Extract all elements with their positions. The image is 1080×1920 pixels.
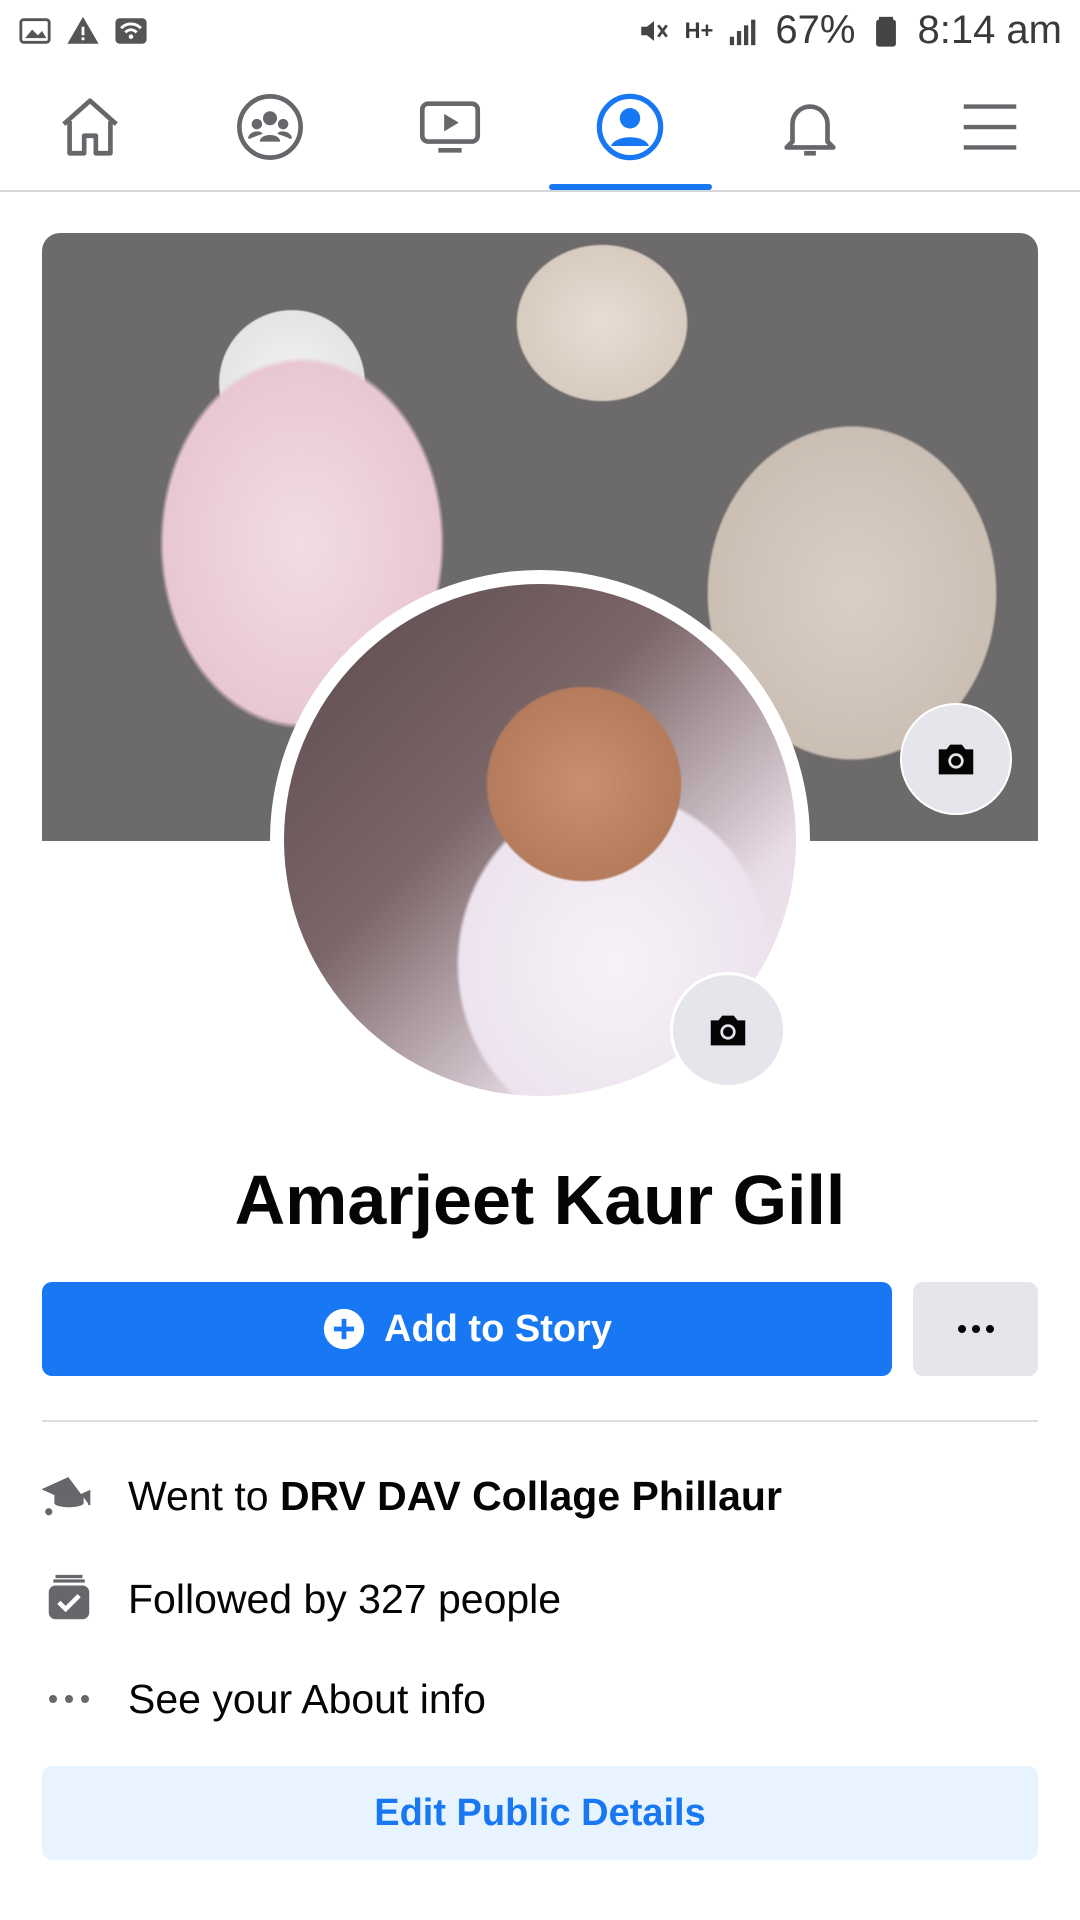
bell-icon	[784, 104, 836, 156]
hamburger-icon	[963, 104, 1017, 150]
edit-profile-picture-button[interactable]	[670, 972, 786, 1088]
education-school: DRV DAV Collage Phillaur	[279, 1472, 782, 1519]
warning-icon	[67, 16, 99, 44]
add-to-story-button[interactable]: Add to Story	[42, 1282, 892, 1376]
education-prefix: Went to	[128, 1472, 280, 1519]
tab-watch[interactable]	[360, 64, 540, 190]
add-circle-icon	[323, 1308, 365, 1350]
graduation-cap-icon	[42, 1476, 91, 1516]
edit-public-details-label: Edit Public Details	[374, 1791, 706, 1834]
mute-icon	[640, 20, 668, 41]
followers-text: Followed by 327 people	[128, 1575, 562, 1622]
tab-menu[interactable]	[900, 64, 1080, 190]
about-info-link[interactable]: See your About info	[42, 1669, 1038, 1729]
tab-home[interactable]	[0, 64, 180, 190]
status-bar: H+ 67% 8:14 am	[0, 0, 1080, 64]
divider	[42, 1420, 1038, 1422]
battery-percent: 67%	[775, 8, 856, 52]
top-navigation	[0, 64, 1080, 192]
gallery-icon	[19, 18, 51, 44]
followers-icon	[48, 1574, 90, 1620]
tab-profile[interactable]	[540, 64, 720, 190]
network-type: H+	[684, 17, 714, 43]
followers-detail: Followed by 327 people	[42, 1569, 1038, 1629]
edit-cover-button[interactable]	[900, 703, 1012, 815]
ellipsis-icon	[49, 1695, 89, 1703]
about-info-text: See your About info	[128, 1675, 486, 1722]
video-icon	[419, 101, 481, 153]
active-tab-indicator	[549, 184, 712, 190]
tab-groups[interactable]	[180, 64, 360, 190]
profile-name: Amarjeet Kaur Gill	[234, 1161, 846, 1239]
ellipsis-icon	[957, 1325, 994, 1333]
more-options-button[interactable]	[913, 1282, 1038, 1376]
tab-notifications[interactable]	[720, 64, 900, 190]
add-to-story-label: Add to Story	[384, 1307, 612, 1350]
signal-icon	[730, 19, 756, 45]
groups-icon	[237, 94, 303, 160]
clock: 8:14 am	[917, 8, 1062, 52]
wifi-icon	[115, 18, 147, 44]
camera-icon	[938, 744, 974, 775]
battery-icon	[876, 16, 897, 47]
edit-public-details-button[interactable]: Edit Public Details	[42, 1766, 1038, 1860]
education-detail: Went to DRV DAV Collage Phillaur	[42, 1466, 1038, 1526]
profile-icon	[596, 93, 664, 161]
camera-icon	[710, 1015, 746, 1046]
home-icon	[62, 98, 118, 156]
